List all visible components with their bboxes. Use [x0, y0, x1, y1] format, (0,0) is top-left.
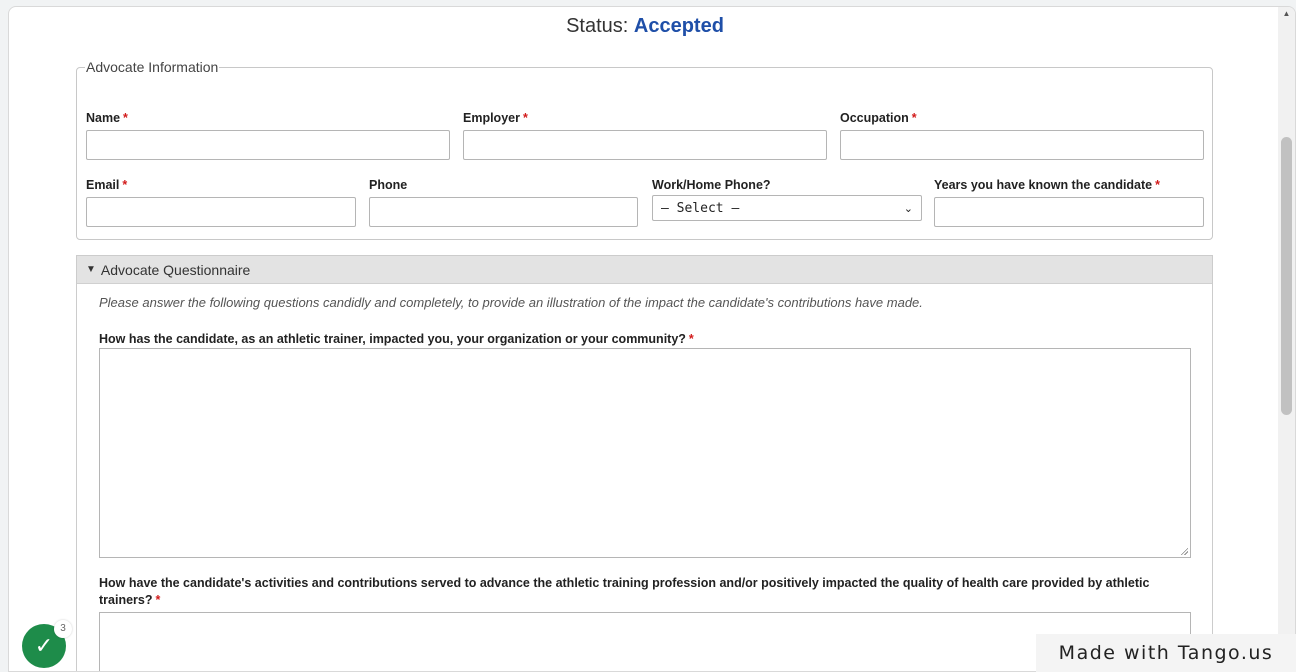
advocate-information-legend: Advocate Information: [86, 59, 219, 75]
employer-label: Employer *: [463, 111, 528, 125]
chevron-down-icon: ⌄: [903, 201, 913, 215]
name-label: Name *: [86, 111, 128, 125]
employer-input[interactable]: [463, 130, 827, 160]
question-2-textarea[interactable]: [99, 612, 1191, 671]
scrollbar-thumb[interactable]: [1281, 137, 1292, 415]
badge-count: 3: [54, 620, 72, 638]
name-input[interactable]: [86, 130, 450, 160]
years-known-input[interactable]: [934, 197, 1204, 227]
questionnaire-toggle[interactable]: ▼ Advocate Questionnaire: [77, 256, 1212, 284]
status-line: Status: Accepted: [9, 15, 1281, 38]
questionnaire-intro: Please answer the following questions ca…: [99, 295, 923, 310]
checkmark-icon: ✓: [34, 633, 54, 659]
questionnaire-title: Advocate Questionnaire: [100, 261, 251, 278]
occupation-input[interactable]: [840, 130, 1204, 160]
work-home-phone-label: Work/Home Phone?: [652, 178, 771, 192]
question-1-label: How has the candidate, as an athletic tr…: [99, 332, 694, 346]
scroll-up-arrow-icon[interactable]: ▲: [1278, 9, 1295, 23]
work-home-phone-selected: – Select –: [661, 200, 740, 216]
occupation-label: Occupation *: [840, 111, 917, 125]
phone-label: Phone: [369, 178, 408, 192]
advocate-questionnaire-panel: ▼ Advocate Questionnaire Please answer t…: [76, 255, 1213, 671]
triangle-down-icon: ▼: [86, 264, 96, 275]
scrollbar[interactable]: ▲: [1278, 7, 1295, 671]
advocate-information-fieldset: Advocate Information Name * Employer * Occ…: [76, 59, 1213, 240]
tango-watermark: Made with Tango.us: [1036, 634, 1296, 672]
browser-window: Status: Accepted Advocate Information Na…: [8, 6, 1296, 672]
resize-grip-icon[interactable]: [1180, 547, 1188, 555]
email-label: Email *: [86, 178, 128, 192]
tango-check-badge[interactable]: ✓ 3: [22, 620, 72, 668]
email-input[interactable]: [86, 197, 356, 227]
question-2-label: How have the candidate's activities and …: [99, 576, 1150, 607]
question-1-textarea[interactable]: [99, 348, 1191, 558]
phone-input[interactable]: [369, 197, 638, 227]
work-home-phone-select[interactable]: – Select – ⌄: [652, 195, 922, 221]
years-known-label: Years you have known the candidate *: [934, 178, 1161, 192]
status-label: Status:: [566, 15, 629, 37]
status-value: Accepted: [633, 15, 724, 37]
